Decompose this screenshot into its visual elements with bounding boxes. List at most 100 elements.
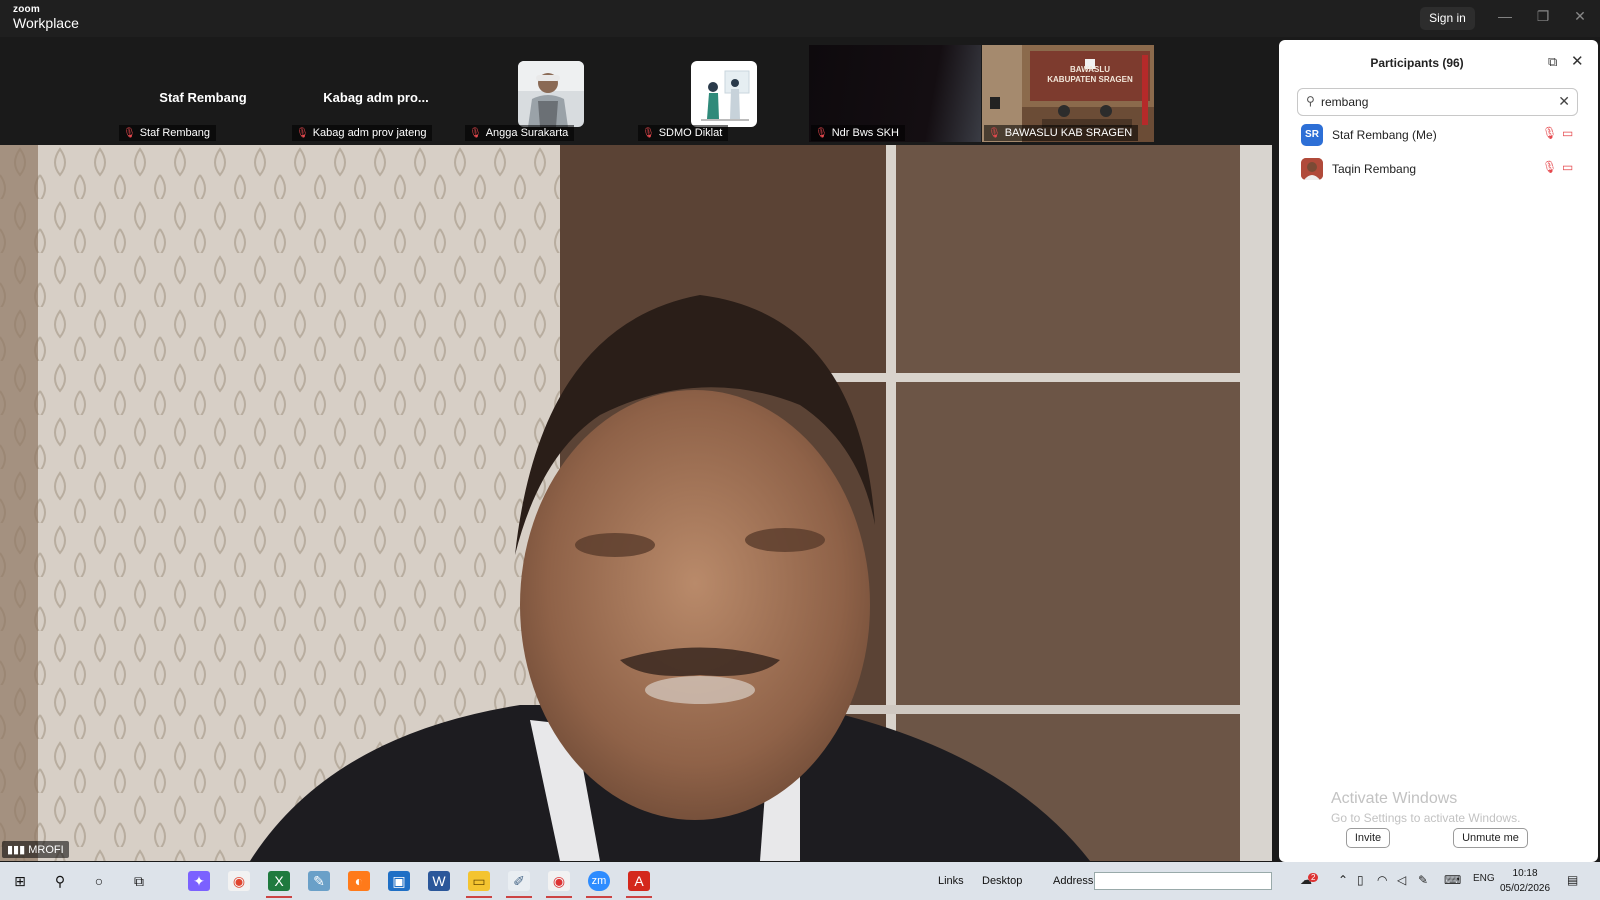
system-clock[interactable]: 10:18 05/02/2026 [1500,866,1550,896]
volume-icon[interactable]: ◁ [1397,873,1406,887]
participant-row[interactable]: SR Staf Rembang (Me) 🎙 ▭ [1279,118,1598,152]
desktop-toolbar[interactable]: Desktop [982,875,1022,887]
minimize-icon[interactable]: — [1493,8,1517,24]
watermark-subtitle: Go to Settings to activate Windows. [1331,811,1521,825]
room-banner: BAWASLU KABUPATEN SRAGEN [1038,65,1142,85]
action-center-icon[interactable]: ▤ [1567,873,1578,887]
mic-muted-icon: 🎙 [123,128,136,139]
mic-muted-icon: 🎙 [815,128,828,139]
participant-name: BAWASLU KAB SRAGEN [1004,127,1133,139]
participants-panel: Participants (96) ⧉ ✕ ⚲ ✕ SR Staf Remban… [1279,40,1598,862]
speaker-video-frame [0,145,1272,861]
gallery-tile[interactable]: 🎙 Angga Surakarta [463,45,635,142]
chrome-profile-icon[interactable]: ◉ [548,871,570,891]
chrome-icon[interactable]: ◉ [228,871,250,891]
avatar: SR [1301,124,1323,146]
clear-search-icon[interactable]: ✕ [1558,93,1570,110]
gallery-tile[interactable]: BAWASLU KABUPATEN SRAGEN 🎙 BAWASLU KAB SR… [982,45,1154,142]
tile-name-label: 🎙 BAWASLU KAB SRAGEN [984,125,1139,141]
tile-name-label: 🎙 Kabag adm prov jateng [292,125,433,141]
participants-title: Participants (96) [1370,56,1464,70]
activate-windows-watermark: Activate Windows Go to Settings to activ… [1331,790,1520,825]
windows-taskbar: ⊞ ⚲ ○ ⧉ ✦ ◉ X ✎ ◐ ▣ W ▭ ✐ ◉ zm A Links D… [0,862,1600,900]
firefox-icon[interactable]: ◐ [348,871,370,891]
tile-display-name: Kabag adm pro... [323,90,429,105]
gallery-tile[interactable]: Kabag adm pro... 🎙 Kabag adm prov jateng [290,45,462,142]
tile-display-name: Staf Rembang [159,90,247,105]
keyboard-icon[interactable]: ⌨ [1444,873,1461,887]
zoom-icon[interactable]: zm [588,871,610,891]
speaker-name-label: ▮▮▮ MROFI [2,841,69,858]
video-off-icon[interactable]: ▭ [1562,160,1573,174]
participant-name: Staf Rembang (Me) [1332,128,1437,142]
cortana-icon[interactable]: ○ [88,871,110,891]
mic-muted-icon: 🎙 [296,128,309,139]
active-indicator [466,896,492,898]
active-speaker-video[interactable]: ▮▮▮ MROFI [0,145,1272,861]
signal-icon: ▮▮▮ [7,844,29,856]
video-off-icon[interactable]: ▭ [1562,126,1573,140]
profile-photo [518,61,584,127]
participant-search[interactable]: ⚲ ✕ [1297,88,1578,116]
address-input[interactable] [1094,872,1272,890]
clock-time: 10:18 [1512,868,1538,879]
zoom-workplace-logo: zoom Workplace [13,4,79,31]
speaker-name: MROFI [28,844,64,856]
mic-muted-icon: 🎙 [988,128,1001,139]
gallery-strip: Staf Rembang 🎙 Staf Rembang Kabag adm pro… [0,37,1272,145]
notification-count: 2 [1308,873,1319,882]
popout-icon[interactable]: ⧉ [1548,54,1557,70]
file-explorer-icon[interactable]: ▭ [468,871,490,891]
pen-icon[interactable]: ✎ [1418,873,1428,887]
gallery-tile[interactable]: 🎙 SDMO Diklat [636,45,808,142]
search-icon[interactable]: ⚲ [49,871,71,891]
profile-photo [691,61,757,127]
participant-row[interactable]: Taqin Rembang 🎙 ▭ [1279,152,1598,186]
banner-line-1: BAWASLU [1070,65,1110,74]
excel-icon[interactable]: X [268,871,290,891]
participant-name: Taqin Rembang [1332,162,1417,176]
participant-name: Angga Surakarta [485,127,569,139]
participant-name: SDMO Diklat [658,127,723,139]
mic-muted-icon: 🎙 [642,128,655,139]
brand-large: Workplace [13,15,79,31]
wifi-icon[interactable]: ◠ [1377,873,1387,887]
close-icon[interactable]: ✕ [1568,8,1592,25]
participant-name: Staf Rembang [139,127,211,139]
task-view-icon[interactable]: ⧉ [128,871,150,891]
banner-line-2: KABUPATEN SRAGEN [1047,75,1133,84]
tile-name-label: 🎙 SDMO Diklat [638,125,729,141]
participant-name: Ndr Bws SKH [831,127,899,139]
brand-small: zoom [13,4,40,15]
title-bar: zoom Workplace Sign in — ❐ ✕ [0,0,1600,37]
notification-cloud-icon[interactable]: ☁2 [1300,873,1319,887]
language-indicator[interactable]: ENG [1473,873,1495,884]
active-indicator [626,896,652,898]
device-icon[interactable]: ▯ [1357,873,1364,887]
restore-icon[interactable]: ❐ [1531,8,1555,25]
sign-in-button[interactable]: Sign in [1420,7,1475,30]
windows-start-icon[interactable]: ⊞ [9,871,31,891]
unmute-me-button[interactable]: Unmute me [1453,828,1528,848]
close-panel-icon[interactable]: ✕ [1571,52,1584,70]
mic-muted-icon[interactable]: 🎙 [1542,160,1557,174]
tile-name-label: 🎙 Ndr Bws SKH [811,125,905,141]
word-icon[interactable]: W [428,871,450,891]
store-icon[interactable]: ▣ [388,871,410,891]
clock-date: 05/02/2026 [1500,883,1551,894]
active-indicator [506,896,532,898]
invite-button[interactable]: Invite [1346,828,1390,848]
paint-icon[interactable]: ✐ [508,871,530,891]
acrobat-icon[interactable]: A [628,871,650,891]
avatar [1301,158,1323,180]
gallery-tile[interactable]: Staf Rembang 🎙 Staf Rembang [117,45,289,142]
active-indicator [266,896,292,898]
search-icon: ⚲ [1306,94,1315,108]
app-icon[interactable]: ✎ [308,871,330,891]
gallery-tile[interactable]: 🎙 Ndr Bws SKH [809,45,981,142]
copilot-icon[interactable]: ✦ [188,871,210,891]
mic-muted-icon[interactable]: 🎙 [1542,126,1557,140]
show-hidden-icons-icon[interactable]: ⌃ [1338,873,1348,887]
search-input[interactable] [1321,93,1541,111]
links-toolbar[interactable]: Links [938,875,964,887]
